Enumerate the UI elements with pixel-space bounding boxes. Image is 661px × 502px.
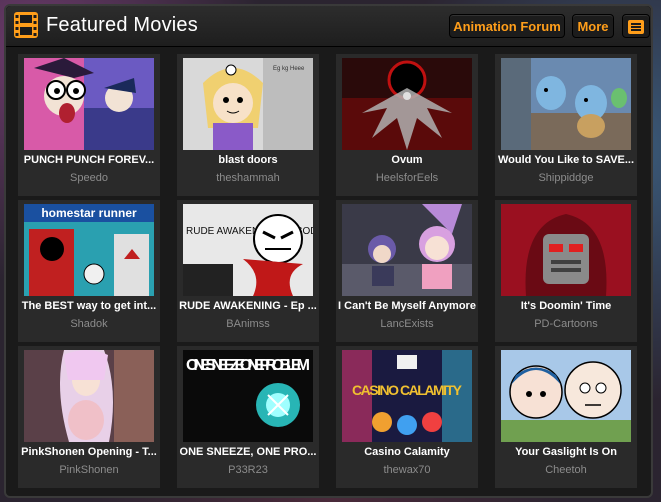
movie-thumbnail[interactable]: ONE SNEEZE ONE PROBLEM (183, 350, 313, 442)
movie-thumbnail[interactable] (501, 58, 631, 150)
movie-author[interactable]: Shadok (20, 318, 158, 330)
thumbnail-text: homestar runner (41, 206, 137, 220)
movie-card[interactable]: CASINO CALAMITY Casino Calamity thewax70 (336, 346, 478, 488)
movie-author[interactable]: LancExists (338, 318, 476, 330)
movie-author[interactable]: Speedo (20, 172, 158, 184)
movie-card[interactable]: I Can't Be Myself Anymore LancExists (336, 200, 478, 342)
movie-author[interactable]: PD-Cartoons (497, 318, 635, 330)
movie-author[interactable]: Cheetoh (497, 464, 635, 476)
menu-button[interactable] (622, 14, 650, 38)
menu-list-icon (628, 20, 644, 34)
movie-title[interactable]: RUDE AWAKENING - Ep ... (179, 300, 317, 312)
movie-title[interactable]: Your Gaslight Is On (497, 446, 635, 458)
movie-card[interactable]: Eg kg Heee blast doors theshammah (177, 54, 319, 196)
movie-thumbnail[interactable] (501, 204, 631, 296)
movie-thumbnail[interactable]: Eg kg Heee (183, 58, 313, 150)
movie-grid: PUNCH PUNCH FOREV... Speedo Eg kg Heee b… (18, 54, 637, 488)
movie-title[interactable]: The BEST way to get int... (20, 300, 158, 312)
thumbnail-text: ONE SNEEZE ONE PROBLEM (186, 357, 310, 374)
movie-author[interactable]: HeelsforEels (338, 172, 476, 184)
movie-card[interactable]: Ovum HeelsforEels (336, 54, 478, 196)
featured-movies-panel: Featured Movies Animation Forum More PUN… (4, 4, 653, 498)
movie-author[interactable]: BAnimss (179, 318, 317, 330)
movie-card[interactable]: PUNCH PUNCH FOREV... Speedo (18, 54, 160, 196)
movie-thumbnail[interactable] (342, 204, 472, 296)
movie-author[interactable]: theshammah (179, 172, 317, 184)
movie-card[interactable]: It's Doomin' Time PD-Cartoons (495, 200, 637, 342)
movie-thumbnail[interactable] (342, 58, 472, 150)
movie-title[interactable]: PUNCH PUNCH FOREV... (20, 154, 158, 166)
movie-card[interactable]: PinkShonen Opening - T... PinkShonen (18, 346, 160, 488)
movie-title[interactable]: Casino Calamity (338, 446, 476, 458)
movie-thumbnail[interactable]: homestar runner (24, 204, 154, 296)
panel-title: Featured Movies (46, 14, 198, 36)
movie-author[interactable]: thewax70 (338, 464, 476, 476)
panel-header: Featured Movies Animation Forum More (6, 6, 651, 47)
movie-card[interactable]: RUDE AWAKENING EPISODE 1 RUDE AWAKENING … (177, 200, 319, 342)
more-button[interactable]: More (572, 14, 614, 38)
movie-title[interactable]: ONE SNEEZE, ONE PRO... (179, 446, 317, 458)
movie-thumbnail[interactable] (24, 58, 154, 150)
animation-forum-button[interactable]: Animation Forum (449, 14, 565, 38)
movie-card[interactable]: homestar runner The BEST way to get int.… (18, 200, 160, 342)
movie-card[interactable]: ONE SNEEZE ONE PROBLEM ONE SNEEZE, ONE P… (177, 346, 319, 488)
movie-thumbnail[interactable]: CASINO CALAMITY (342, 350, 472, 442)
movie-card[interactable]: Would You Like to SAVE... Shippiddge (495, 54, 637, 196)
movie-thumbnail[interactable] (24, 350, 154, 442)
movie-title[interactable]: PinkShonen Opening - T... (20, 446, 158, 458)
movie-title[interactable]: blast doors (179, 154, 317, 166)
movie-author[interactable]: P33R23 (179, 464, 317, 476)
movie-author[interactable]: PinkShonen (20, 464, 158, 476)
movie-title[interactable]: I Can't Be Myself Anymore (338, 300, 476, 312)
thumbnail-text: CASINO CALAMITY (352, 382, 463, 398)
movie-thumbnail[interactable]: RUDE AWAKENING EPISODE 1 (183, 204, 313, 296)
movie-author[interactable]: Shippiddge (497, 172, 635, 184)
film-strip-icon (14, 12, 38, 38)
movie-title[interactable]: It's Doomin' Time (497, 300, 635, 312)
movie-card[interactable]: Your Gaslight Is On Cheetoh (495, 346, 637, 488)
movie-thumbnail[interactable] (501, 350, 631, 442)
movie-title[interactable]: Ovum (338, 154, 476, 166)
movie-title[interactable]: Would You Like to SAVE... (497, 154, 635, 166)
svg-text:Eg kg Heee: Eg kg Heee (273, 66, 305, 72)
